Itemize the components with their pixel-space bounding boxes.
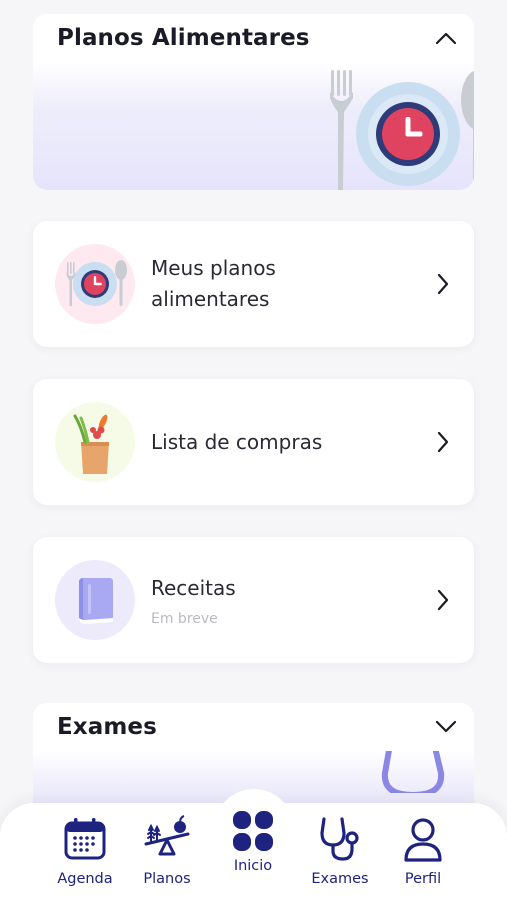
calendar-icon xyxy=(60,814,110,864)
chevron-right-icon xyxy=(432,429,454,455)
exames-section-header[interactable]: Exames xyxy=(33,703,474,751)
menu-card-label: Receitas xyxy=(151,576,236,600)
chevron-right-icon xyxy=(432,587,454,613)
user-icon xyxy=(398,814,448,864)
menu-card-receitas[interactable]: Receitas Em breve xyxy=(33,537,474,663)
grid-home-icon xyxy=(228,806,278,856)
menu-card-subtitle: Em breve xyxy=(151,611,218,627)
menu-card-label-line2: alimentares xyxy=(151,287,270,311)
screen: Planos Alimentares Meus planos alimentar… xyxy=(0,0,507,900)
recipe-book-icon xyxy=(55,560,135,640)
nav-item-exames[interactable]: Exames xyxy=(300,814,380,894)
chevron-down-icon[interactable] xyxy=(432,713,460,741)
planos-section-header[interactable]: Planos Alimentares xyxy=(33,14,474,62)
plate-clock-icon xyxy=(55,244,135,324)
nav-item-perfil[interactable]: Perfil xyxy=(383,814,463,894)
menu-card-text: Meus planos alimentares xyxy=(151,253,432,315)
plate-clock-cutlery-illustration xyxy=(330,70,474,190)
chevron-up-icon[interactable] xyxy=(432,24,460,52)
grocery-bag-icon xyxy=(55,402,135,482)
menu-card-text: Receitas Em breve xyxy=(151,573,432,627)
nav-label-perfil: Perfil xyxy=(404,871,442,887)
nav-label-exames: Exames xyxy=(311,871,369,887)
planos-banner xyxy=(33,62,474,190)
nav-label-agenda: Agenda xyxy=(57,871,113,887)
menu-card-label: Meus planos xyxy=(151,256,276,280)
planos-section-card: Planos Alimentares xyxy=(33,14,474,190)
stethoscope-icon xyxy=(315,814,365,864)
nav-label-inicio: Inicio xyxy=(233,858,273,874)
menu-card-text: Lista de compras xyxy=(151,427,432,458)
chevron-right-icon xyxy=(432,271,454,297)
scale-apple-icon xyxy=(142,814,192,864)
menu-card-meus-planos[interactable]: Meus planos alimentares xyxy=(33,221,474,347)
nav-label-planos: Planos xyxy=(143,871,191,887)
planos-section-title: Planos Alimentares xyxy=(57,25,310,51)
menu-card-lista-compras[interactable]: Lista de compras xyxy=(33,379,474,505)
menu-card-label: Lista de compras xyxy=(151,429,323,454)
nav-item-inicio[interactable]: Inicio xyxy=(213,806,293,886)
exames-section-title: Exames xyxy=(57,714,157,740)
nav-item-planos[interactable]: Planos xyxy=(127,814,207,894)
nav-item-agenda[interactable]: Agenda xyxy=(45,814,125,894)
